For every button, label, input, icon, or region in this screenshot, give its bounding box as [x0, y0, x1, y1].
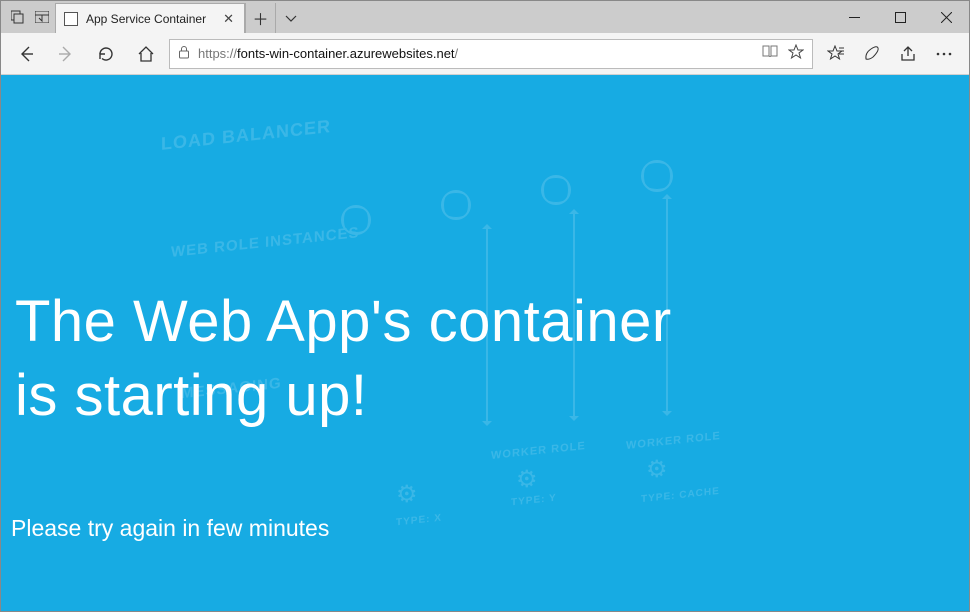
back-button[interactable]	[9, 37, 43, 71]
favorites-list-icon[interactable]	[819, 37, 853, 71]
gear-icon: ⚙	[396, 480, 420, 504]
home-button[interactable]	[129, 37, 163, 71]
bg-label-type-y: TYPE: Y	[511, 493, 557, 509]
url-path: /	[455, 46, 459, 61]
url-host: fonts-win-container.azurewebsites.net	[237, 46, 455, 61]
headline-line-1: The Web App's container	[15, 285, 672, 359]
globe-icon	[441, 190, 471, 220]
close-window-button[interactable]	[923, 1, 969, 33]
url-text: https://fonts-win-container.azurewebsite…	[198, 46, 458, 61]
bg-label-web-role: WEB ROLE INSTANCES	[171, 225, 360, 261]
page-icon	[64, 12, 78, 26]
url-scheme: https://	[198, 46, 237, 61]
minimize-button[interactable]	[831, 1, 877, 33]
close-tab-icon[interactable]: ✕	[223, 11, 234, 27]
bg-label-cache: TYPE: CACHE	[641, 486, 720, 505]
notes-icon[interactable]	[855, 37, 889, 71]
browser-toolbar: https://fonts-win-container.azurewebsite…	[1, 33, 969, 75]
tab-actions-button[interactable]	[275, 3, 305, 33]
new-tab-button[interactable]: ＋	[245, 3, 275, 33]
settings-more-icon[interactable]	[927, 37, 961, 71]
forward-button[interactable]	[49, 37, 83, 71]
favorite-star-icon[interactable]	[788, 44, 804, 63]
page-headline: The Web App's container is starting up!	[15, 285, 672, 433]
address-bar[interactable]: https://fonts-win-container.azurewebsite…	[169, 39, 813, 69]
show-tabs-icon[interactable]	[35, 10, 49, 24]
headline-line-2: is starting up!	[15, 359, 672, 433]
globe-icon	[641, 160, 673, 192]
page-content: LOAD BALANCER WEB ROLE INSTANCES MESSAGI…	[1, 75, 969, 611]
lock-icon	[178, 45, 190, 62]
globe-icon	[541, 175, 571, 205]
gear-icon: ⚙	[646, 455, 670, 479]
tab-title: App Service Container	[86, 12, 206, 26]
maximize-button[interactable]	[877, 1, 923, 33]
page-subline: Please try again in few minutes	[11, 515, 329, 542]
browser-tab[interactable]: App Service Container ✕	[55, 3, 245, 33]
reading-view-icon[interactable]	[762, 44, 778, 63]
gear-icon: ⚙	[516, 465, 540, 489]
bg-label-worker1: WORKER ROLE	[491, 440, 586, 462]
window-titlebar: App Service Container ✕ ＋	[1, 1, 969, 33]
share-icon[interactable]	[891, 37, 925, 71]
bg-label-type-x: TYPE: X	[396, 513, 442, 529]
set-aside-tabs-icon[interactable]	[11, 10, 25, 24]
globe-icon	[341, 205, 371, 235]
bg-label-load-balancer: LOAD BALANCER	[161, 116, 331, 155]
refresh-button[interactable]	[89, 37, 123, 71]
